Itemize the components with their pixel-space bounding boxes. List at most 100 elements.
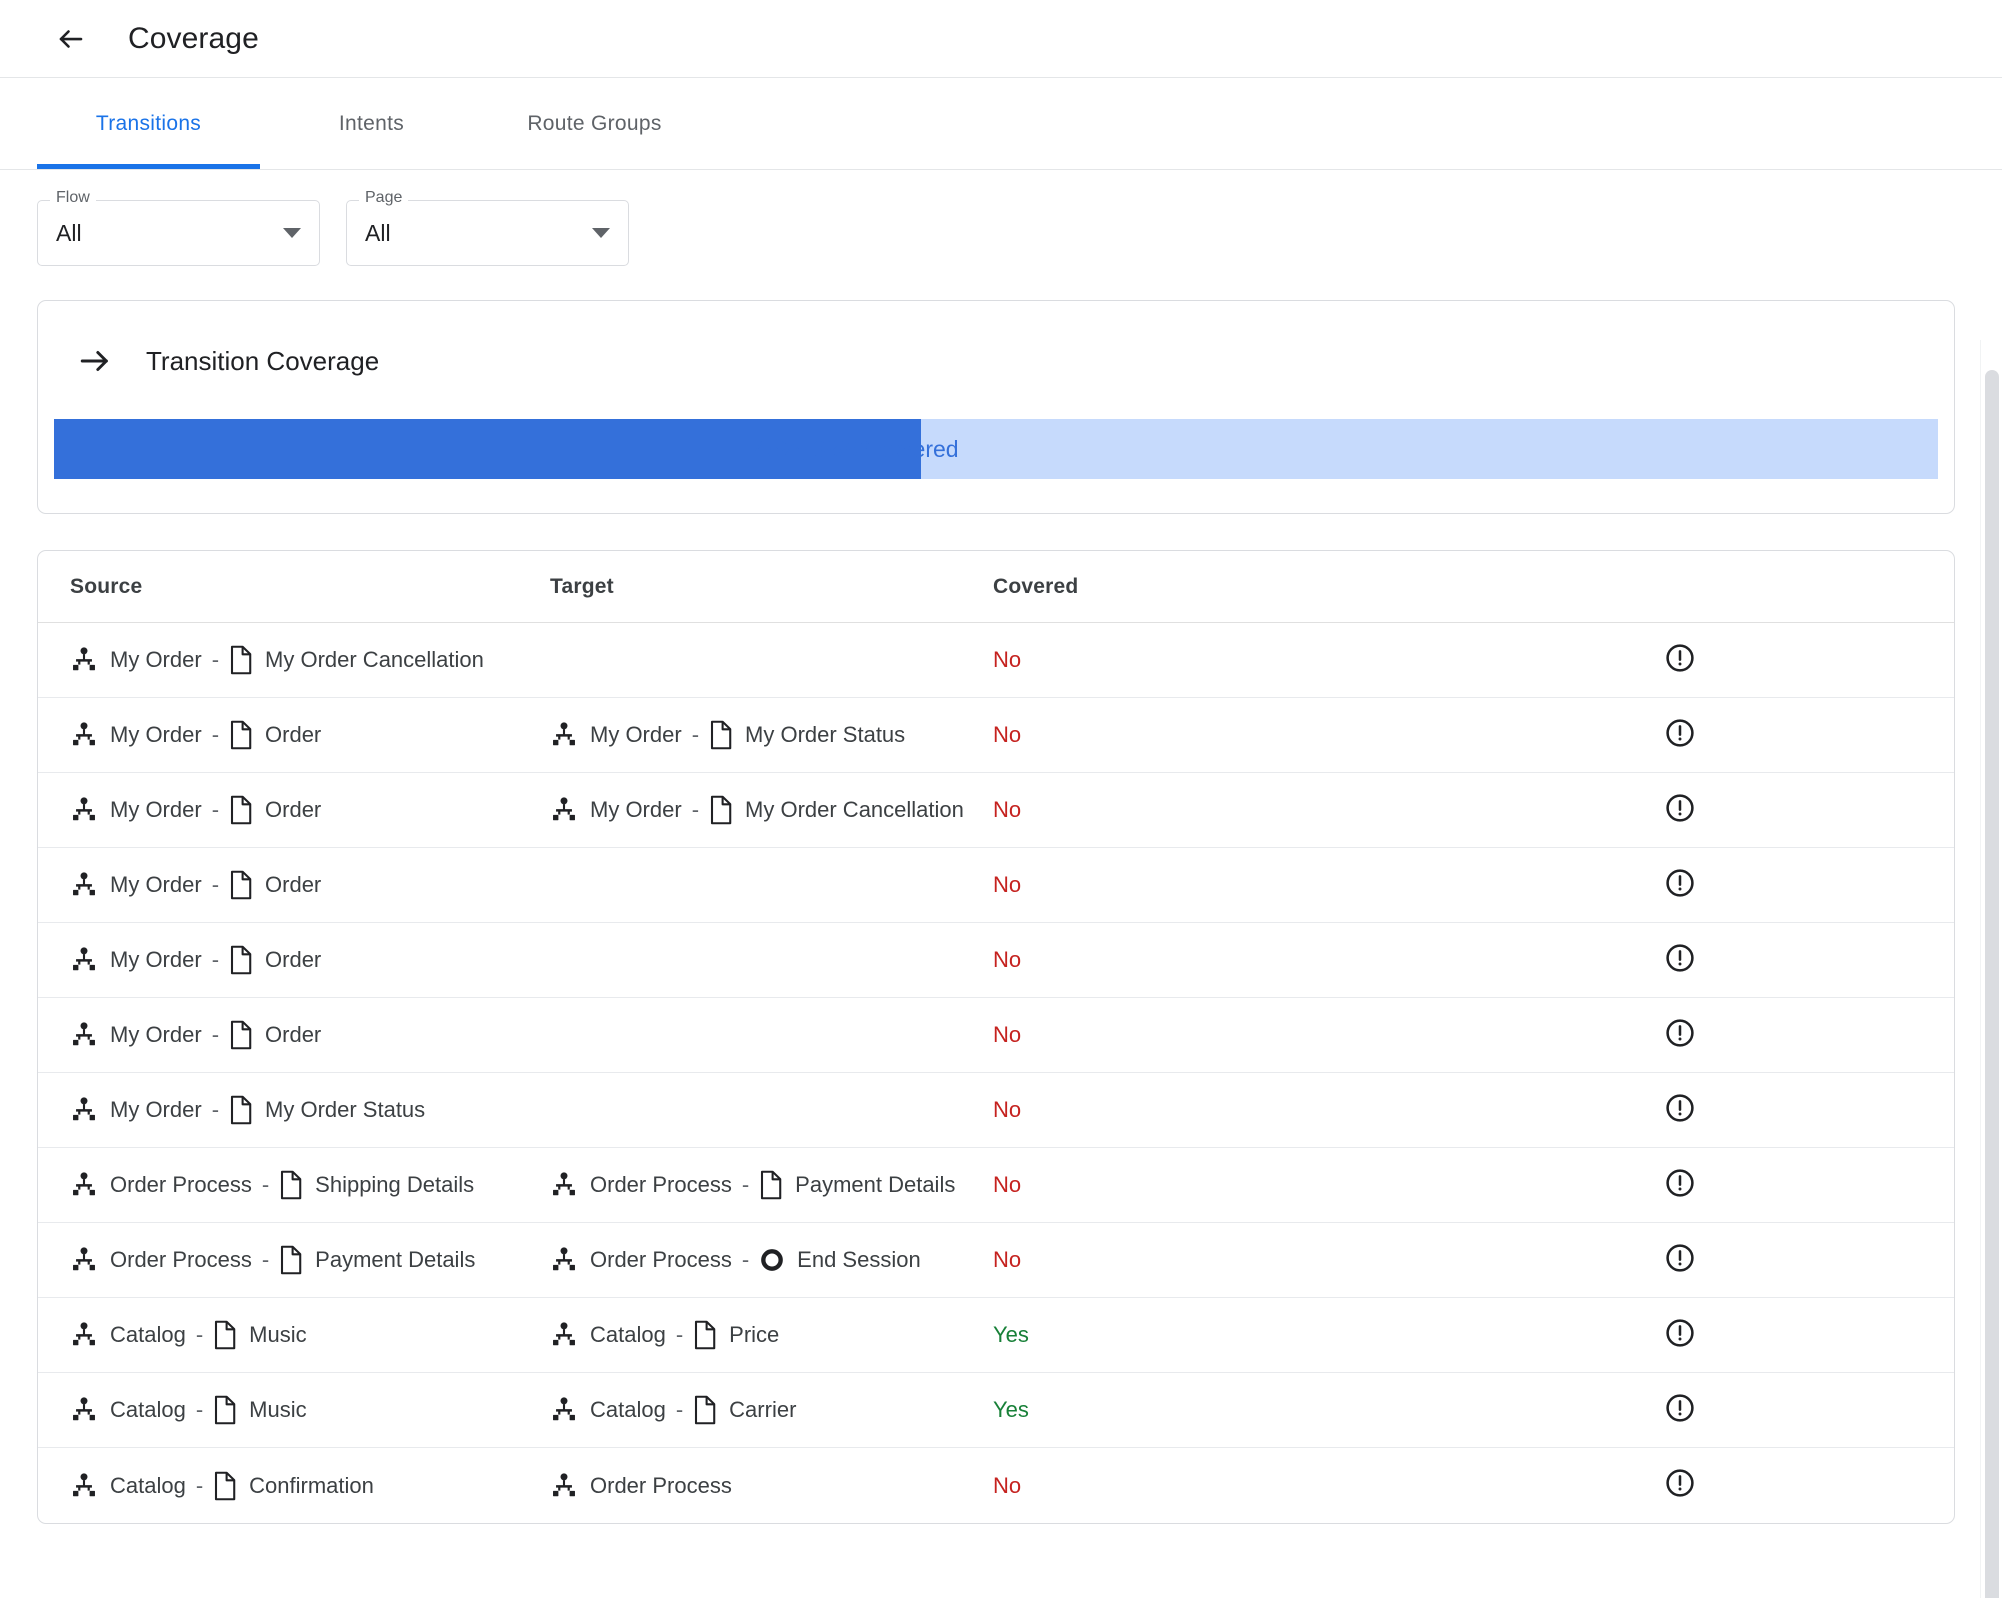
target-reference[interactable]: Catalog - Price — [550, 1320, 779, 1350]
flow-icon — [70, 1472, 110, 1500]
cell-flag — [1405, 642, 1954, 679]
target-page-name: My Order Cancellation — [745, 797, 964, 822]
table-row[interactable]: My Order - Order My Order - My Order Status No — [38, 698, 1954, 773]
table-row[interactable]: My Order - Order No — [38, 848, 1954, 923]
cell-target: Order Process - Payment Details — [520, 1170, 975, 1200]
tab-transitions[interactable]: Transitions — [37, 78, 260, 169]
arrow-left-icon — [56, 24, 86, 54]
vertical-scrollbar-track[interactable] — [1980, 340, 2002, 1598]
flow-icon — [70, 1246, 110, 1274]
cell-source: My Order - Order — [70, 945, 520, 975]
table-row[interactable]: My Order - Order My Order - My Order Cancella… — [38, 773, 1954, 848]
target-page-name: End Session — [797, 1247, 921, 1272]
target-reference[interactable]: Order Process - Payment Details — [550, 1170, 955, 1200]
error-icon[interactable] — [1664, 867, 1696, 904]
table-row[interactable]: My Order - Order No — [38, 998, 1954, 1073]
source-reference[interactable]: My Order - Order — [70, 870, 321, 900]
content-scroll-area[interactable]: Flow All Page All Transition Coverage 46… — [0, 170, 2002, 1598]
error-icon[interactable] — [1664, 1317, 1696, 1354]
flow-icon — [550, 1246, 590, 1274]
covered-status: Yes — [993, 1322, 1029, 1347]
source-separator: - — [211, 872, 220, 897]
tab-route-groups[interactable]: Route Groups — [483, 78, 706, 169]
cell-flag — [1405, 1092, 1954, 1129]
column-header-target: Target — [550, 574, 614, 598]
back-button[interactable] — [48, 16, 94, 62]
error-icon[interactable] — [1664, 717, 1696, 754]
page-icon — [693, 1320, 729, 1350]
error-icon[interactable] — [1664, 792, 1696, 829]
flow-icon — [70, 1171, 110, 1199]
target-reference[interactable]: Catalog - Carrier — [550, 1395, 796, 1425]
target-reference[interactable]: Order Process - End Session — [550, 1246, 921, 1274]
target-flow-name: My Order — [590, 722, 682, 747]
source-reference[interactable]: My Order - My Order Cancellation — [70, 645, 484, 675]
coverage-progress-label: 46%, 38/83 covered — [754, 435, 959, 462]
source-reference[interactable]: My Order - Order — [70, 1020, 321, 1050]
source-reference[interactable]: My Order - My Order Status — [70, 1095, 425, 1125]
transition-coverage-card: Transition Coverage 46%, 38/83 covered — [37, 300, 1955, 514]
flow-icon — [70, 721, 110, 749]
error-icon[interactable] — [1664, 1017, 1696, 1054]
source-reference[interactable]: Catalog - Confirmation — [70, 1471, 374, 1501]
source-page-name: Confirmation — [249, 1472, 374, 1498]
covered-status: No — [993, 872, 1022, 897]
source-separator: - — [195, 1397, 204, 1422]
error-icon[interactable] — [1664, 1092, 1696, 1129]
source-page-name: Order — [265, 722, 322, 747]
tab-intents[interactable]: Intents — [260, 78, 483, 169]
source-flow-name: My Order — [110, 797, 202, 822]
table-row[interactable]: My Order - My Order Cancellation No — [38, 623, 1954, 698]
source-reference[interactable]: Order Process - Payment Details — [70, 1245, 475, 1275]
error-icon[interactable] — [1664, 1392, 1696, 1429]
cell-target: Order Process - End Session — [520, 1246, 975, 1274]
target-separator: - — [741, 1172, 750, 1197]
page-icon — [213, 1395, 249, 1425]
table-row[interactable]: Catalog - Confirmation Order Process No — [38, 1448, 1954, 1523]
error-icon[interactable] — [1664, 642, 1696, 679]
source-page-name: My Order Status — [265, 1097, 426, 1122]
table-row[interactable]: Order Process - Payment Details Order Proce… — [38, 1223, 1954, 1298]
arrow-right-icon — [78, 344, 112, 378]
table-row[interactable]: My Order - My Order Status No — [38, 1073, 1954, 1148]
error-icon[interactable] — [1664, 1467, 1696, 1504]
coverage-card-header: Transition Coverage — [38, 301, 1954, 387]
source-reference[interactable]: Catalog - Music — [70, 1320, 307, 1350]
error-icon[interactable] — [1664, 942, 1696, 979]
source-page-name: Music — [249, 1322, 307, 1347]
target-reference[interactable]: Order Process — [550, 1472, 732, 1500]
source-reference[interactable]: My Order - Order — [70, 945, 321, 975]
target-page-name: My Order Status — [745, 722, 906, 747]
cell-source: Order Process - Payment Details — [70, 1245, 520, 1275]
flow-icon — [550, 1171, 590, 1199]
target-reference[interactable]: My Order - My Order Cancellation — [550, 795, 964, 825]
flow-filter-select[interactable]: Flow All — [37, 190, 320, 266]
table-row[interactable]: My Order - Order No — [38, 923, 1954, 998]
column-header-covered: Covered — [993, 574, 1079, 598]
table-row[interactable]: Order Process - Shipping Details Order Proc… — [38, 1148, 1954, 1223]
source-reference[interactable]: My Order - Order — [70, 720, 321, 750]
target-reference[interactable]: My Order - My Order Status — [550, 720, 905, 750]
source-reference[interactable]: My Order - Order — [70, 795, 321, 825]
cell-source: My Order - My Order Status — [70, 1095, 520, 1125]
vertical-scrollbar-thumb[interactable] — [1985, 370, 1999, 1598]
cell-source: Catalog - Confirmation — [70, 1471, 520, 1501]
table-row[interactable]: Catalog - Music Catalog - Carrier Yes — [38, 1373, 1954, 1448]
page-icon — [229, 645, 265, 675]
flow-filter-value: All — [56, 219, 82, 246]
page-filter-select[interactable]: Page All — [346, 190, 629, 266]
source-separator: - — [195, 1472, 204, 1498]
source-reference[interactable]: Order Process - Shipping Details — [70, 1170, 474, 1200]
page-icon — [213, 1320, 249, 1350]
source-reference[interactable]: Catalog - Music — [70, 1395, 307, 1425]
page-icon — [229, 1020, 265, 1050]
cell-covered: No — [975, 797, 1405, 823]
covered-status: No — [993, 947, 1022, 972]
page-icon — [693, 1395, 729, 1425]
cell-source: Order Process - Shipping Details — [70, 1170, 520, 1200]
error-icon[interactable] — [1664, 1242, 1696, 1279]
transitions-table: Source Target Covered My Order - My Order … — [37, 550, 1955, 1524]
cell-covered: No — [975, 1022, 1405, 1048]
error-icon[interactable] — [1664, 1167, 1696, 1204]
table-row[interactable]: Catalog - Music Catalog - Price Yes — [38, 1298, 1954, 1373]
